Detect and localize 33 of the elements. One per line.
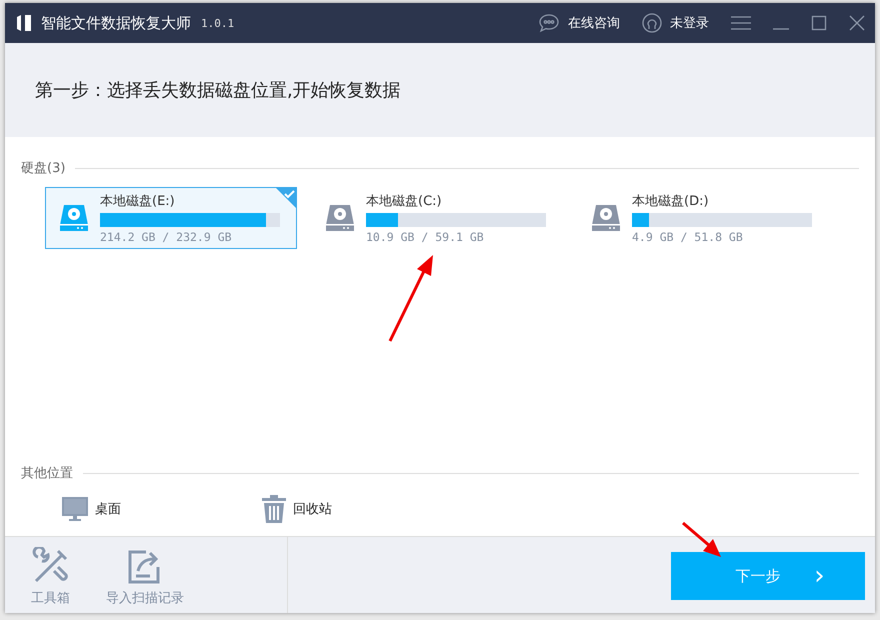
disk-name: 本地磁盘(C:) [366,193,443,210]
section-label: 硬盘(3) [21,160,66,177]
close-icon [849,15,865,31]
menu-button[interactable] [731,16,751,30]
minimize-icon [773,28,789,30]
maximize-icon [811,15,827,31]
online-consult-button[interactable]: 在线咨询 [538,13,620,33]
disk-usage: 10.9 GB / 59.1 GB [366,230,485,244]
trash-icon [261,494,287,524]
chat-bubble-icon [538,13,560,33]
disk-card[interactable]: 本地磁盘(D:) 4.9 GB / 51.8 GB [577,187,829,249]
section-label: 其他位置 [21,465,73,482]
app-logo-icon [15,13,33,33]
disk-name: 本地磁盘(D:) [632,193,710,210]
menu-icon [731,16,751,30]
wrench-screwdriver-icon [32,547,70,585]
version-label: 1.0.1 [201,16,234,30]
maximize-button[interactable] [811,15,827,31]
login-button[interactable]: 未登录 [642,13,709,33]
disk-card[interactable]: 本地磁盘(C:) 10.9 GB / 59.1 GB [311,187,563,249]
location-item[interactable]: 回收站 [261,494,332,524]
monitor-icon [61,495,89,523]
annotation-arrow [681,521,723,559]
disk-card[interactable]: 本地磁盘(E:) 214.2 GB / 232.9 GB [45,187,297,249]
user-icon [642,13,662,33]
disk-usage: 4.9 GB / 51.8 GB [632,230,744,244]
window-title: 智能文件数据恢复大师 [41,14,191,32]
location-item[interactable]: 桌面 [61,494,121,524]
disk-usage: 214.2 GB / 232.9 GB [100,230,233,244]
checkmark-corner-icon [275,187,297,209]
step-heading: 第一步：选择丢失数据磁盘位置,开始恢复数据 [35,79,401,102]
close-button[interactable] [849,15,865,31]
disk-name: 本地磁盘(E:) [100,193,176,210]
